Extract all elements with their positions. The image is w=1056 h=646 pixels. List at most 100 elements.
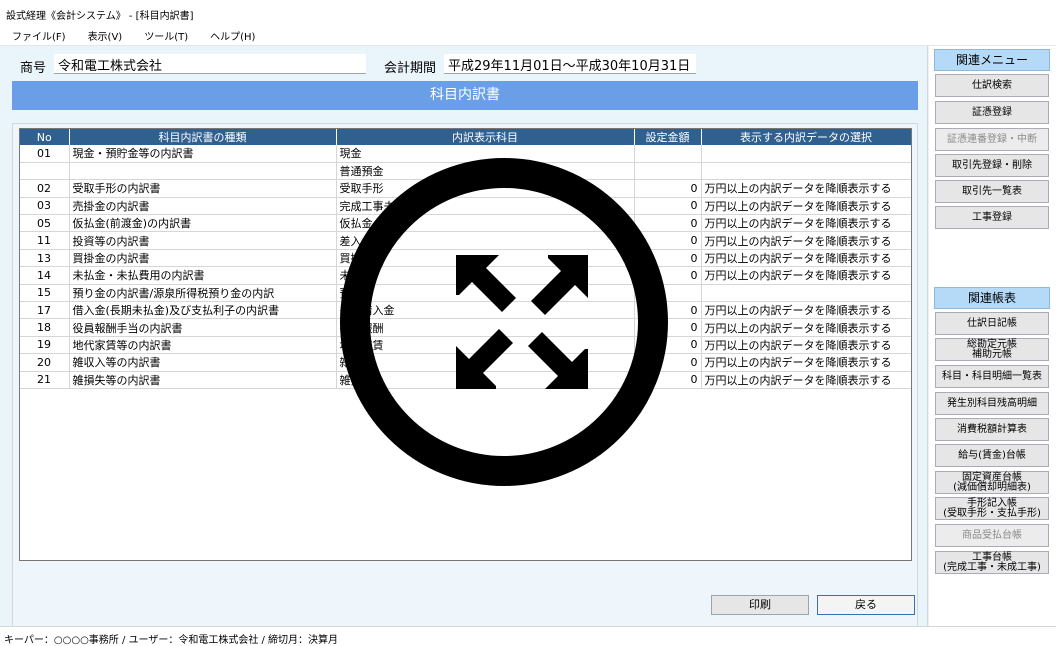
cell-no[interactable]: 20	[20, 353, 70, 372]
cell-kind[interactable]	[69, 162, 337, 181]
table-row[interactable]: 20 雑収入等の内訳書 雑収入 0 万円以上の内訳データを降順表示する	[20, 353, 911, 372]
sidebar-report-payroll[interactable]: 給与(賃金)台帳	[935, 444, 1049, 467]
sidebar-report-bills[interactable]: 手形記入帳 (受取手形・支払手形)	[935, 497, 1049, 520]
cell-select[interactable]: 万円以上の内訳データを降順表示する	[701, 231, 911, 250]
cell-account[interactable]: 預り金	[336, 284, 635, 303]
cell-no[interactable]: 18	[20, 318, 70, 337]
table-row[interactable]: 02 受取手形の内訳書 受取手形 0 万円以上の内訳データを降順表示する	[20, 179, 911, 198]
cell-kind[interactable]: 未払金・未払費用の内訳書	[69, 266, 337, 285]
cell-no[interactable]: 03	[20, 197, 70, 216]
cell-select[interactable]	[701, 145, 911, 163]
cell-select[interactable]: 万円以上の内訳データを降順表示する	[701, 197, 911, 216]
cell-kind[interactable]: 現金・預貯金等の内訳書	[69, 145, 337, 163]
cell-amount[interactable]: 0	[634, 197, 702, 216]
cell-kind[interactable]: 売掛金の内訳書	[69, 197, 337, 216]
cell-account[interactable]: 長期借入金	[336, 301, 635, 320]
cell-amount[interactable]	[634, 145, 702, 163]
sidebar-item-client-list[interactable]: 取引先一覧表	[935, 180, 1049, 203]
cell-amount[interactable]: 0	[634, 371, 702, 389]
cell-select[interactable]: 万円以上の内訳データを降順表示する	[701, 301, 911, 320]
cell-account[interactable]: 仮払金	[336, 214, 635, 233]
cell-kind[interactable]: 雑収入等の内訳書	[69, 353, 337, 372]
back-button[interactable]: 戻る	[817, 595, 915, 615]
cell-no[interactable]: 14	[20, 266, 70, 285]
table-row[interactable]: 13 買掛金の内訳書 買掛金 0 万円以上の内訳データを降順表示する	[20, 249, 911, 268]
cell-kind[interactable]: 買掛金の内訳書	[69, 249, 337, 268]
cell-amount[interactable]: 0	[634, 179, 702, 198]
sidebar-item-construction-register[interactable]: 工事登録	[935, 206, 1049, 229]
table-row[interactable]: 18 役員報酬手当の内訳書 役員報酬 0 万円以上の内訳データを降順表示する	[20, 318, 911, 337]
cell-amount[interactable]: 0	[634, 214, 702, 233]
column-header-kind[interactable]: 科目内訳書の種類	[69, 129, 337, 145]
menu-tools[interactable]: ツール(T)	[144, 28, 188, 43]
cell-amount[interactable]: 0	[634, 353, 702, 372]
cell-select[interactable]: 万円以上の内訳データを降順表示する	[701, 318, 911, 337]
menu-file[interactable]: ファイル(F)	[12, 28, 66, 43]
cell-kind[interactable]: 預り金の内訳書/源泉所得税預り金の内訳	[69, 284, 337, 303]
cell-kind[interactable]: 仮払金(前渡金)の内訳書	[69, 214, 337, 233]
period-field[interactable]: 平成29年11月01日～平成30年10月31日	[444, 54, 696, 74]
cell-select[interactable]	[701, 284, 911, 303]
cell-select[interactable]: 万円以上の内訳データを降順表示する	[701, 336, 911, 355]
sidebar-report-fixed-assets[interactable]: 固定資産台帳 (減価償却明細表)	[935, 471, 1049, 494]
cell-account[interactable]: 雑損失	[336, 371, 635, 389]
sidebar-report-construction-ledger[interactable]: 工事台帳 (完成工事・未成工事)	[935, 551, 1049, 574]
cell-no[interactable]: 11	[20, 231, 70, 250]
cell-select[interactable]: 万円以上の内訳データを降順表示する	[701, 249, 911, 268]
sidebar-item-journal-search[interactable]: 仕訳検索	[935, 74, 1049, 97]
cell-account[interactable]: 完成工事未収入金	[336, 197, 635, 216]
sidebar-report-journal-book[interactable]: 仕訳日記帳	[935, 312, 1049, 335]
cell-no[interactable]: 01	[20, 145, 70, 163]
table-row[interactable]: 03 売掛金の内訳書 完成工事未収入金 0 万円以上の内訳データを降順表示する	[20, 197, 911, 216]
cell-kind[interactable]: 投資等の内訳書	[69, 231, 337, 250]
cell-no[interactable]	[20, 162, 70, 181]
cell-amount[interactable]: 0	[634, 231, 702, 250]
sidebar-item-client-register[interactable]: 取引先登録・削除	[935, 154, 1049, 177]
cell-select[interactable]: 万円以上の内訳データを降順表示する	[701, 353, 911, 372]
cell-kind[interactable]: 借入金(長期未払金)及び支払利子の内訳書	[69, 301, 337, 320]
column-header-no[interactable]: No	[20, 129, 70, 145]
cell-account[interactable]: 普通預金	[336, 162, 635, 181]
table-row[interactable]: 21 雑損失等の内訳書 雑損失 0 万円以上の内訳データを降順表示する	[20, 371, 911, 389]
cell-no[interactable]: 02	[20, 179, 70, 198]
table-row[interactable]: 19 地代家賃等の内訳書 地代家賃 0 万円以上の内訳データを降順表示する	[20, 336, 911, 355]
cell-no[interactable]: 15	[20, 284, 70, 303]
cell-select[interactable]: 万円以上の内訳データを降順表示する	[701, 179, 911, 198]
table-row[interactable]: 11 投資等の内訳書 差入保証金 0 万円以上の内訳データを降順表示する	[20, 231, 911, 250]
cell-select[interactable]: 万円以上の内訳データを降順表示する	[701, 371, 911, 389]
cell-no[interactable]: 17	[20, 301, 70, 320]
table-row[interactable]: 14 未払金・未払費用の内訳書 未払金 0 万円以上の内訳データを降順表示する	[20, 266, 911, 285]
cell-amount[interactable]: 0	[634, 336, 702, 355]
cell-amount[interactable]: 0	[634, 266, 702, 285]
cell-no[interactable]: 19	[20, 336, 70, 355]
cell-account[interactable]: 雑収入	[336, 353, 635, 372]
sidebar-report-general-ledger[interactable]: 総勘定元帳 補助元帳	[935, 338, 1049, 361]
cell-kind[interactable]: 地代家賃等の内訳書	[69, 336, 337, 355]
column-header-select[interactable]: 表示する内訳データの選択	[701, 129, 911, 145]
column-header-account[interactable]: 内訳表示科目	[336, 129, 635, 145]
cell-select[interactable]: 万円以上の内訳データを降順表示する	[701, 214, 911, 233]
sidebar-report-balance-detail[interactable]: 発生別科目残高明細	[935, 392, 1049, 415]
cell-no[interactable]: 13	[20, 249, 70, 268]
cell-no[interactable]: 21	[20, 371, 70, 389]
cell-account[interactable]: 受取手形	[336, 179, 635, 198]
table-row[interactable]: 01 現金・預貯金等の内訳書 現金	[20, 145, 911, 163]
sidebar-report-consumption-tax[interactable]: 消費税額計算表	[935, 418, 1049, 441]
menu-help[interactable]: ヘルプ(H)	[210, 28, 255, 43]
company-field[interactable]: 令和電工株式会社	[54, 54, 366, 74]
cell-amount[interactable]: 0	[634, 301, 702, 320]
account-breakdown-grid[interactable]: No 科目内訳書の種類 内訳表示科目 設定金額 表示する内訳データの選択 01 現…	[19, 128, 912, 561]
cell-account[interactable]: 未払金	[336, 266, 635, 285]
cell-kind[interactable]: 役員報酬手当の内訳書	[69, 318, 337, 337]
cell-amount[interactable]	[634, 162, 702, 181]
cell-account[interactable]: 現金	[336, 145, 635, 163]
sidebar-item-voucher-register[interactable]: 証憑登録	[935, 101, 1049, 124]
cell-select[interactable]	[701, 162, 911, 181]
cell-account[interactable]: 地代家賃	[336, 336, 635, 355]
table-row[interactable]: 普通預金	[20, 162, 911, 181]
cell-kind[interactable]: 雑損失等の内訳書	[69, 371, 337, 389]
cell-kind[interactable]: 受取手形の内訳書	[69, 179, 337, 198]
cell-amount[interactable]: 0	[634, 249, 702, 268]
cell-no[interactable]: 05	[20, 214, 70, 233]
cell-account[interactable]: 役員報酬	[336, 318, 635, 337]
